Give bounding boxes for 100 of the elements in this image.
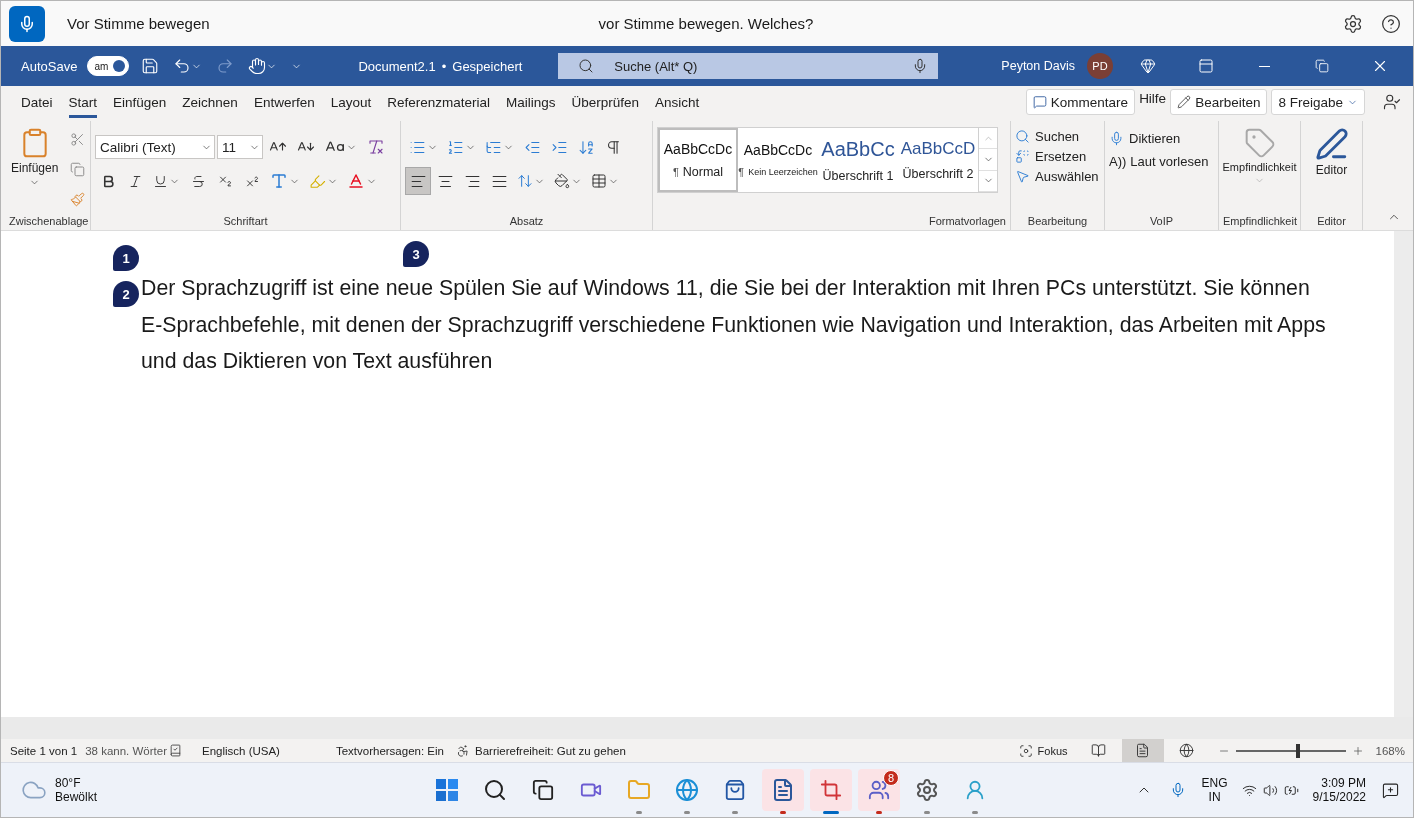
align-left-button[interactable] — [405, 167, 431, 195]
input-language[interactable]: ENG — [1201, 776, 1228, 790]
view-icon — [1091, 743, 1107, 758]
editor-button[interactable]: Editor — [1312, 125, 1351, 215]
search-field[interactable]: Suche (Alt* Q) — [558, 53, 939, 79]
number-badge[interactable]: 3 — [403, 241, 429, 267]
ribbon-tab[interactable]: Layout — [330, 95, 372, 118]
ribbon-tab[interactable]: Hilfe — [1139, 90, 1167, 114]
comments-button[interactable]: Kommentare — [1025, 89, 1136, 115]
running-indicator — [972, 811, 978, 814]
number-badge[interactable]: 1 — [113, 245, 139, 271]
paste-button[interactable]: Einfügen — [9, 125, 61, 215]
style-preview: AaBbCcD — [900, 139, 976, 159]
redo-icon — [216, 57, 235, 75]
style-preview: AaBbCc — [821, 137, 895, 161]
focus-button[interactable]: Fokus — [1018, 741, 1068, 760]
find-button[interactable]: Suchen — [1015, 127, 1100, 146]
numbered-list-icon — [447, 138, 464, 156]
search-icon — [483, 778, 507, 802]
pencil-icon — [1177, 95, 1192, 109]
autosave-toggle[interactable]: am — [87, 56, 130, 76]
pilcrow-mark: ¶ — [738, 166, 745, 178]
replace-button[interactable]: Ersetzen — [1015, 147, 1100, 166]
running-indicator — [684, 811, 690, 814]
predictions-status[interactable]: Textvorhersagen: Ein — [335, 744, 444, 757]
superscript-icon — [244, 173, 260, 189]
clock-time[interactable]: 3:09 PM — [1321, 776, 1366, 790]
dictate-button[interactable]: Diktieren — [1109, 129, 1214, 148]
input-region[interactable]: IN — [1208, 790, 1221, 804]
pen-icon — [1314, 127, 1349, 161]
voice-status-text: Vor Stimme bewegen — [67, 15, 210, 32]
zoom-in-icon — [1351, 744, 1364, 757]
style-name: Normal — [682, 165, 724, 179]
ribbon-tab[interactable]: Start — [68, 95, 98, 118]
ribbon-tab[interactable]: Mailings — [506, 95, 556, 118]
italic-icon — [127, 173, 143, 189]
highlighter-icon — [309, 172, 326, 190]
running-indicator — [823, 811, 839, 814]
pilcrow-mark: ¶ — [672, 166, 679, 178]
ribbon-tab[interactable]: Zeichnen — [182, 95, 238, 118]
user-name: Peyton Davis — [1001, 59, 1075, 73]
volume-icon — [1262, 782, 1278, 798]
print-layout-button[interactable] — [1121, 739, 1164, 762]
sensitivity-button[interactable]: Empfindlichkeit — [1220, 125, 1299, 215]
diamond-icon — [1140, 58, 1156, 74]
editing-icon — [1015, 129, 1030, 144]
share-button[interactable]: 8 Freigabe — [1271, 89, 1365, 115]
minimize-icon — [1258, 65, 1270, 67]
language-status[interactable]: Englisch (USA) — [201, 744, 280, 757]
user-avatar[interactable]: PD — [1087, 53, 1113, 79]
weather-condition: Bewölkt — [55, 790, 98, 804]
number-badge[interactable]: 2 — [113, 281, 139, 307]
microphone-icon — [18, 14, 36, 33]
focus-icon — [1018, 743, 1033, 758]
group-label: Empfindlichkeit — [1223, 215, 1296, 227]
voice-access-mic-button[interactable] — [9, 5, 45, 42]
style-item[interactable]: AaBbCcDc ¶ Normal — [658, 128, 738, 192]
style-name: Überschrift 1 — [822, 168, 894, 183]
hand-icon — [248, 57, 267, 75]
panel-icon — [1198, 58, 1214, 74]
font-family-dropdown[interactable]: Calibri (Text) — [95, 135, 215, 159]
font-size-dropdown[interactable]: 11 — [217, 135, 263, 159]
select-button[interactable]: Auswählen — [1015, 167, 1100, 186]
ribbon-tab[interactable]: Ansicht — [655, 95, 700, 118]
style-name: Kein Leerzeichen — [748, 167, 818, 177]
clock-date[interactable]: 9/15/2022 — [1312, 790, 1366, 804]
taskbar-app[interactable]: 8 — [858, 769, 900, 811]
accessibility-status[interactable]: Barrierefreiheit: Gut zu gehen — [475, 744, 626, 757]
ribbon-tab[interactable]: Einfügen — [113, 95, 167, 118]
view-icon — [1135, 743, 1151, 758]
weather-temperature: 80°F — [55, 776, 82, 790]
wifi-icon — [1241, 782, 1257, 798]
zoom-thumb[interactable] — [1296, 743, 1301, 758]
subscript-icon — [217, 173, 233, 189]
ribbon-tab[interactable]: Entwerfen — [253, 95, 315, 118]
group-label: Zwischenablage — [9, 215, 86, 227]
settings-icon — [915, 778, 939, 802]
zoom-level[interactable]: 168% — [1375, 744, 1405, 757]
read-aloud-button[interactable]: Laut vorlesen — [1130, 152, 1209, 171]
notification-badge: 8 — [883, 770, 899, 786]
separator-dot: • — [441, 58, 447, 74]
ribbon-tab[interactable]: Überprüfen — [571, 95, 640, 118]
ribbon-tab[interactable]: Referenzmaterial — [387, 95, 490, 118]
comment-icon — [1032, 95, 1047, 109]
page-count: Seite 1 von 1 — [10, 744, 78, 757]
ribbon-tab[interactable]: Datei — [21, 95, 53, 118]
store-bag-icon — [724, 779, 746, 801]
editing-mode-button[interactable]: Bearbeiten — [1170, 89, 1268, 115]
tag-icon — [1243, 127, 1276, 159]
settings-icon — [1343, 13, 1363, 34]
group-label: Schriftart — [222, 215, 269, 227]
paintbrush-icon — [69, 191, 85, 207]
search-input[interactable]: Suche (Alt* Q) — [612, 57, 895, 75]
style-name: Überschrift 2 — [902, 167, 974, 181]
save-icon — [141, 57, 160, 75]
group-label: VoIP — [1148, 215, 1175, 227]
running-indicator — [636, 811, 642, 814]
restore-icon — [1315, 59, 1329, 73]
document-name: Document2.1 — [358, 58, 436, 74]
save-status: Gespeichert — [452, 58, 523, 74]
